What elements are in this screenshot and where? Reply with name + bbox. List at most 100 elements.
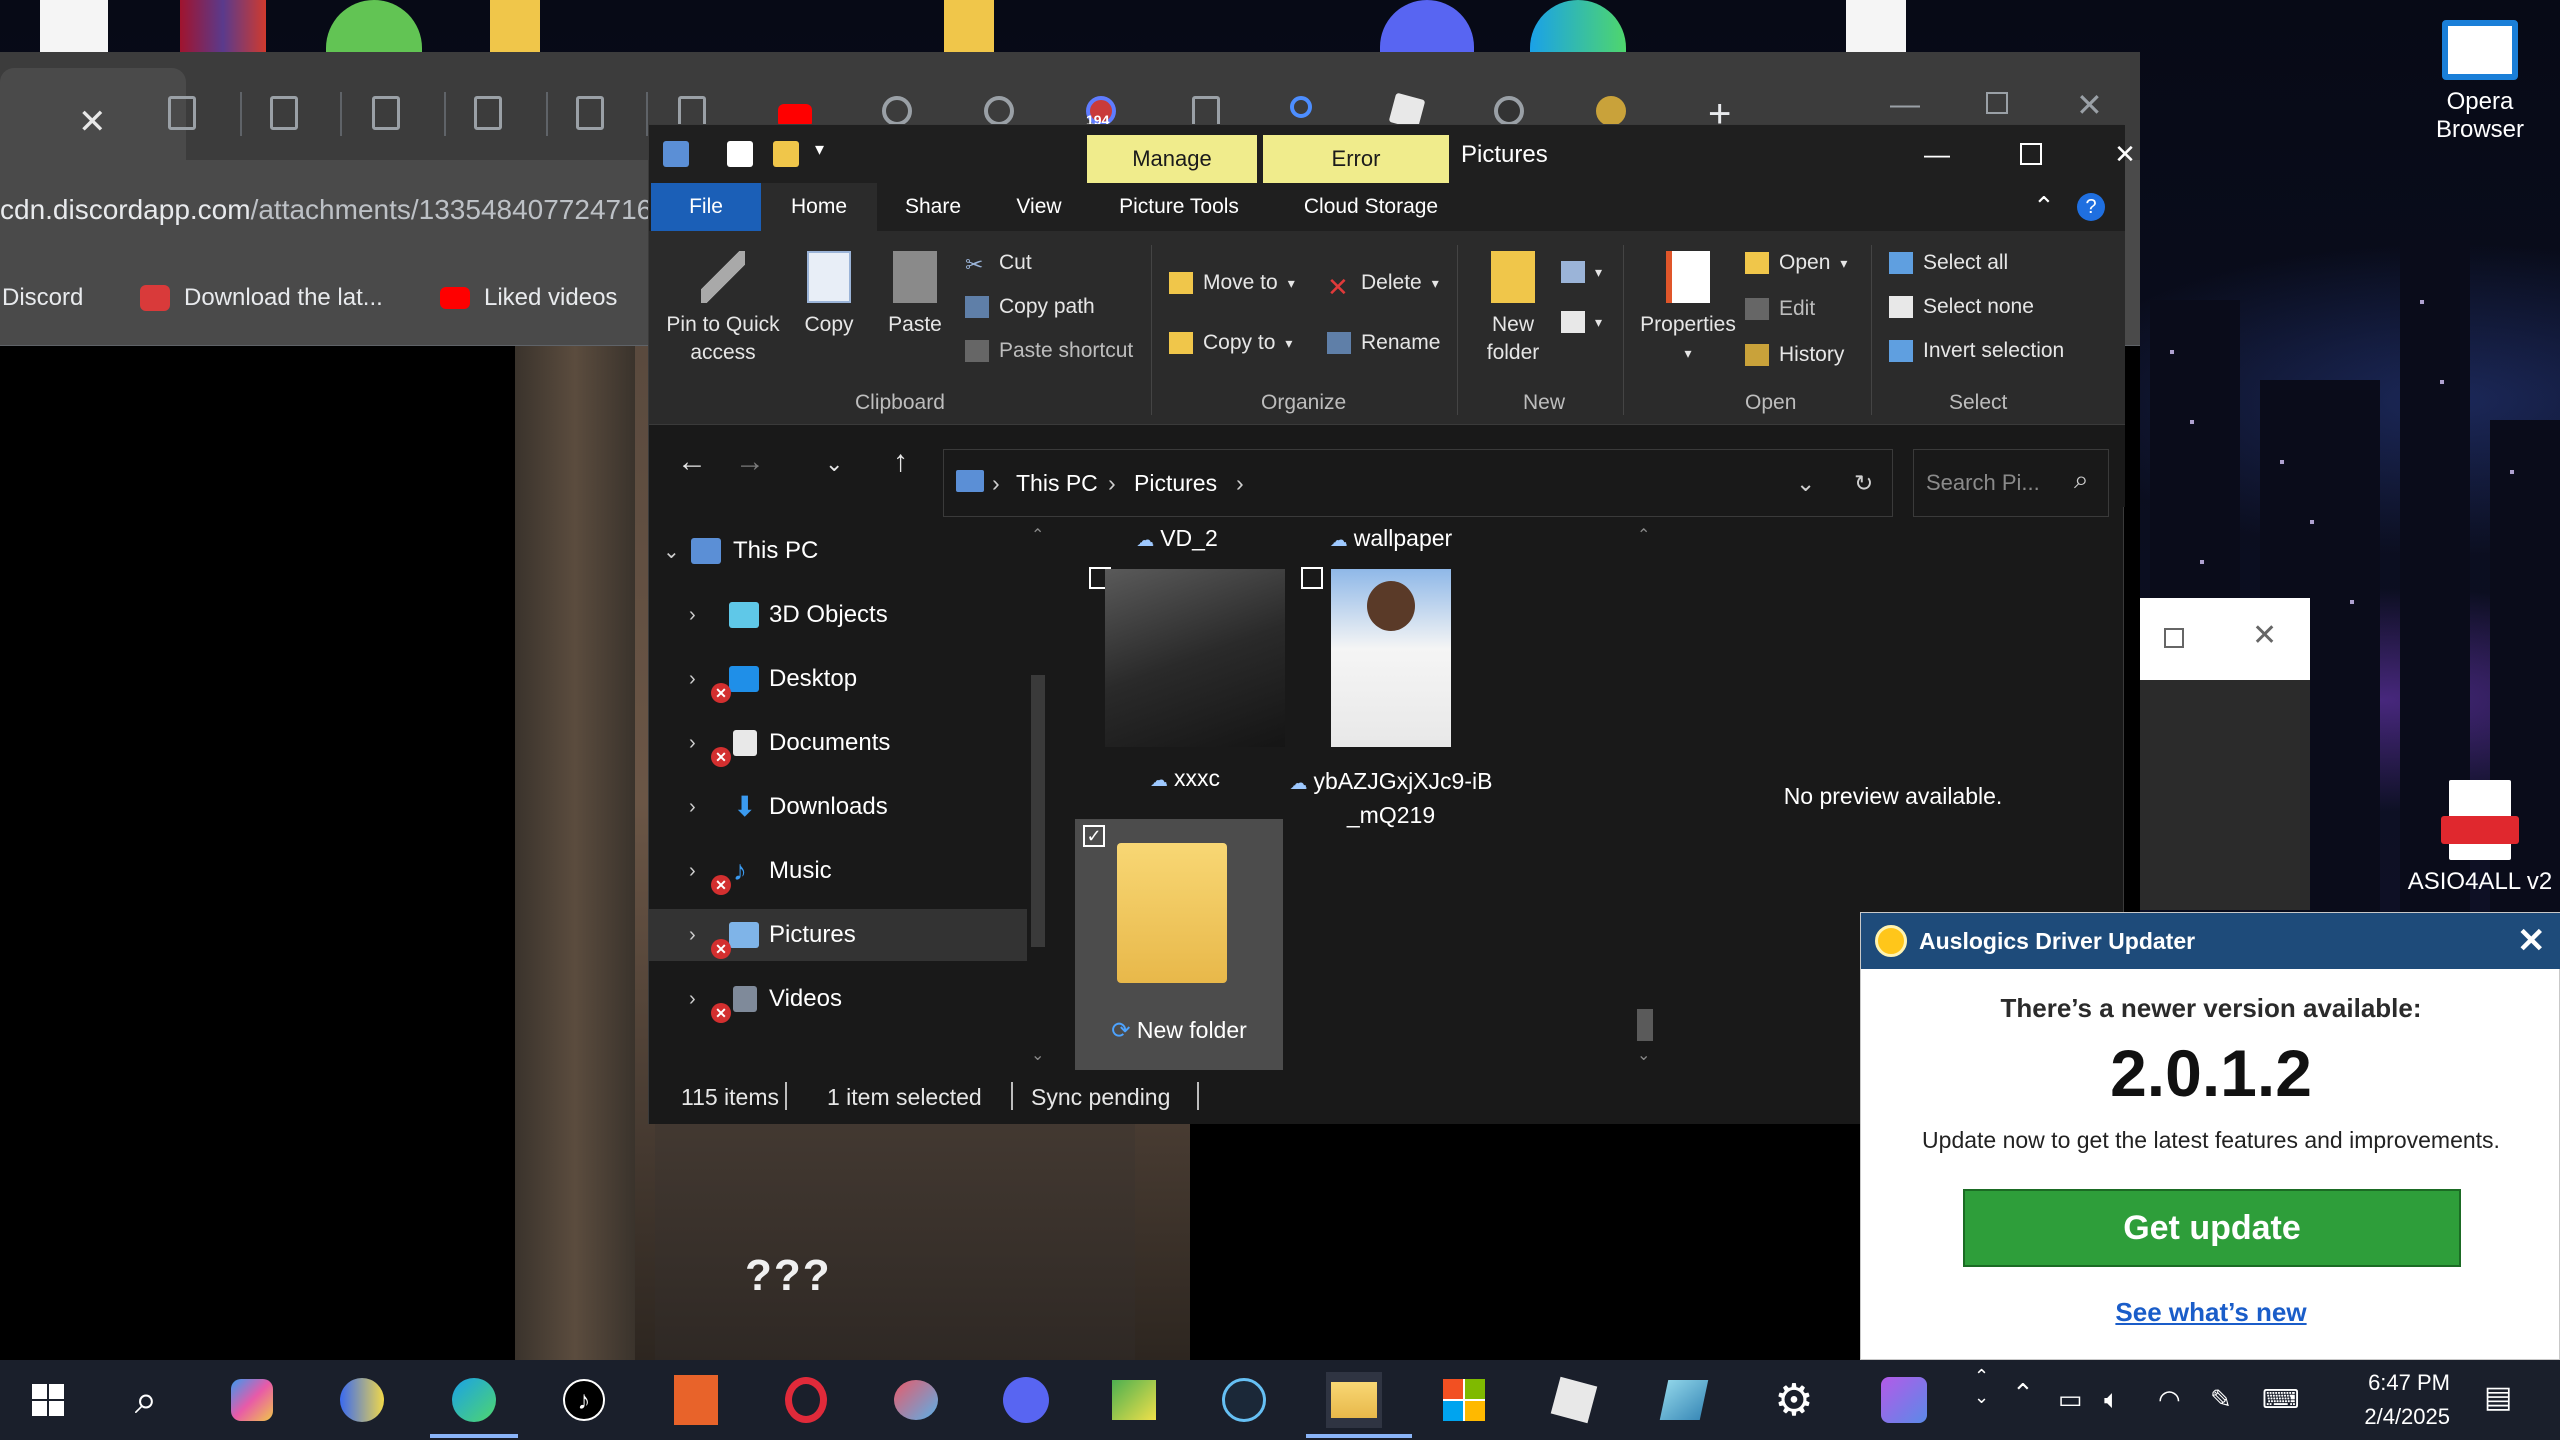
roblox-icon[interactable]: [1546, 1372, 1602, 1428]
pen-icon[interactable]: ✎: [2210, 1384, 2232, 1415]
settings-gear-icon[interactable]: ⚙: [1766, 1372, 1822, 1428]
file-scrollbar[interactable]: ⌃ ⌄: [1633, 525, 1657, 1070]
maximize-icon[interactable]: [1986, 92, 2008, 114]
tree-item-3d-objects[interactable]: › 3D Objects: [649, 589, 1029, 641]
invert-selection-button[interactable]: Invert selection: [1889, 339, 2064, 363]
folder-icon[interactable]: [490, 0, 540, 52]
expand-icon[interactable]: ›: [689, 732, 696, 755]
tree-item-documents[interactable]: › ✕ Documents: [649, 717, 1029, 769]
new-item-button[interactable]: ▾: [1561, 261, 1602, 283]
tree-item-pictures[interactable]: › ✕ Pictures: [649, 909, 1029, 961]
scroll-thumb[interactable]: [1637, 1009, 1653, 1041]
file-item-ybaz[interactable]: ☁ ybAZJGxjXJc9-iB_mQ219: [1289, 765, 1493, 831]
up-icon[interactable]: ↑: [893, 445, 908, 479]
tab-cloud-storage[interactable]: Cloud Storage: [1271, 183, 1471, 231]
pointer-app-icon[interactable]: [668, 1372, 724, 1428]
expand-icon[interactable]: ›: [689, 668, 696, 691]
discord-icon[interactable]: [998, 1372, 1054, 1428]
battery-icon[interactable]: ▭: [2058, 1384, 2083, 1415]
winrar-icon[interactable]: [180, 0, 266, 52]
copy-to-button[interactable]: Copy to ▾: [1169, 331, 1292, 355]
document-icon[interactable]: [1846, 0, 1906, 52]
properties-quick-icon[interactable]: [727, 141, 753, 167]
refresh-icon[interactable]: ↻: [1854, 470, 1873, 497]
tree-item-this-pc[interactable]: ⌄ This PC: [649, 525, 1029, 577]
close-icon[interactable]: ✕: [2252, 618, 2277, 653]
address-dropdown-icon[interactable]: ⌄: [1796, 470, 1815, 497]
page-icon[interactable]: [474, 96, 502, 130]
help-icon[interactable]: ?: [2077, 193, 2105, 221]
tiktok-icon[interactable]: ♪: [556, 1372, 612, 1428]
collapse-ribbon-icon[interactable]: ⌃: [2033, 191, 2055, 222]
clock-time[interactable]: 6:47 PM: [2340, 1370, 2450, 1396]
edit-button[interactable]: Edit: [1745, 297, 1815, 321]
scroll-thumb[interactable]: [1031, 675, 1045, 947]
breadcrumb-this-pc[interactable]: This PC: [1016, 470, 1098, 497]
xxxc-thumbnail[interactable]: [1105, 569, 1285, 747]
pin-to-quick-access-button[interactable]: Pin to Quick access: [663, 251, 783, 367]
easy-access-button[interactable]: ▾: [1561, 311, 1602, 333]
bookmark-download[interactable]: Download the lat...: [140, 284, 383, 312]
tree-item-videos[interactable]: › ✕ Videos: [649, 973, 1029, 1025]
file-explorer-icon[interactable]: [1326, 1372, 1382, 1428]
steam-icon[interactable]: [1216, 1372, 1272, 1428]
anime-thumbnail[interactable]: [1331, 569, 1451, 747]
paste-shortcut-button[interactable]: Paste shortcut: [965, 339, 1133, 363]
taskbar-search-button[interactable]: ⌕: [118, 1372, 174, 1428]
select-checkbox-checked[interactable]: ✓: [1083, 825, 1105, 847]
folder-icon[interactable]: [944, 0, 994, 52]
tree-item-music[interactable]: › ♪ ✕ Music: [649, 845, 1029, 897]
edge-icon[interactable]: [1530, 0, 1626, 52]
anime-app-icon[interactable]: [1876, 1372, 1932, 1428]
close-icon[interactable]: ✕: [2517, 921, 2546, 961]
new-folder-button[interactable]: New folder: [1473, 251, 1553, 367]
minimize-icon[interactable]: —: [1890, 88, 1920, 122]
copilot-icon[interactable]: [224, 1372, 280, 1428]
select-checkbox[interactable]: [1301, 567, 1323, 589]
search-box[interactable]: Search Pi... ⌕: [1913, 449, 2109, 517]
new-folder-tile-selected[interactable]: ✓ ⟳ New folder: [1075, 819, 1283, 1070]
select-all-button[interactable]: Select all: [1889, 251, 2008, 275]
chatgpt-icon[interactable]: [882, 96, 912, 126]
file-item-xxxc[interactable]: ☁ xxxc: [1083, 765, 1287, 792]
microsoft-store-icon[interactable]: [1436, 1372, 1492, 1428]
scroll-up-icon[interactable]: ⌃: [1637, 525, 1650, 545]
expand-icon[interactable]: ›: [689, 988, 696, 1011]
copy-path-button[interactable]: Copy path: [965, 295, 1095, 319]
show-hidden-icons-icon[interactable]: ⌃: [2012, 1378, 2034, 1409]
minimize-button[interactable]: —: [1891, 129, 1983, 179]
file-item-vd2[interactable]: ☁ VD_2: [1075, 525, 1279, 552]
tab-view[interactable]: View: [989, 183, 1089, 231]
maximize-icon[interactable]: [2164, 628, 2184, 648]
desktop-icon-asio[interactable]: ASIO4ALL v2: [2400, 780, 2560, 896]
breadcrumb-pictures[interactable]: Pictures: [1134, 470, 1217, 497]
copy-button[interactable]: Copy: [789, 251, 869, 339]
snipping-tool-icon[interactable]: [888, 1372, 944, 1428]
scroll-up-icon[interactable]: ⌃: [1031, 525, 1044, 545]
search-icon[interactable]: ⌕: [2074, 464, 2089, 496]
tree-item-desktop[interactable]: › ✕ Desktop: [649, 653, 1029, 705]
opera-icon[interactable]: [778, 1372, 834, 1428]
wifi-icon[interactable]: ◠: [2158, 1384, 2181, 1415]
text-file-icon[interactable]: [40, 0, 108, 52]
close-button[interactable]: ✕: [2079, 129, 2171, 179]
select-none-button[interactable]: Select none: [1889, 295, 2034, 319]
chatgpt-icon[interactable]: [984, 96, 1014, 126]
keyboard-icon[interactable]: ⌨: [2262, 1384, 2300, 1415]
download-app-icon[interactable]: [326, 0, 422, 52]
get-update-button[interactable]: Get update: [1963, 1189, 2461, 1267]
address-box[interactable]: › This PC › Pictures › ⌄ ↻: [943, 449, 1893, 517]
search-tab-icon[interactable]: [1290, 96, 1312, 118]
bookmark-liked-videos[interactable]: Liked videos: [440, 284, 617, 312]
design-app-icon[interactable]: [1656, 1372, 1712, 1428]
edge-icon[interactable]: [446, 1372, 502, 1428]
bookmark-discord[interactable]: Discord: [2, 284, 83, 312]
clock-date[interactable]: 2/4/2025: [2326, 1404, 2450, 1430]
tab-home[interactable]: Home: [761, 183, 877, 231]
new-folder-quick-icon[interactable]: [773, 141, 799, 167]
discord-icon[interactable]: [1380, 0, 1474, 52]
scroll-down-icon[interactable]: ⌄: [1031, 1045, 1044, 1065]
close-tab-icon[interactable]: ✕: [78, 102, 107, 142]
open-button[interactable]: Open ▾: [1745, 251, 1847, 275]
github-icon[interactable]: [1494, 96, 1524, 126]
